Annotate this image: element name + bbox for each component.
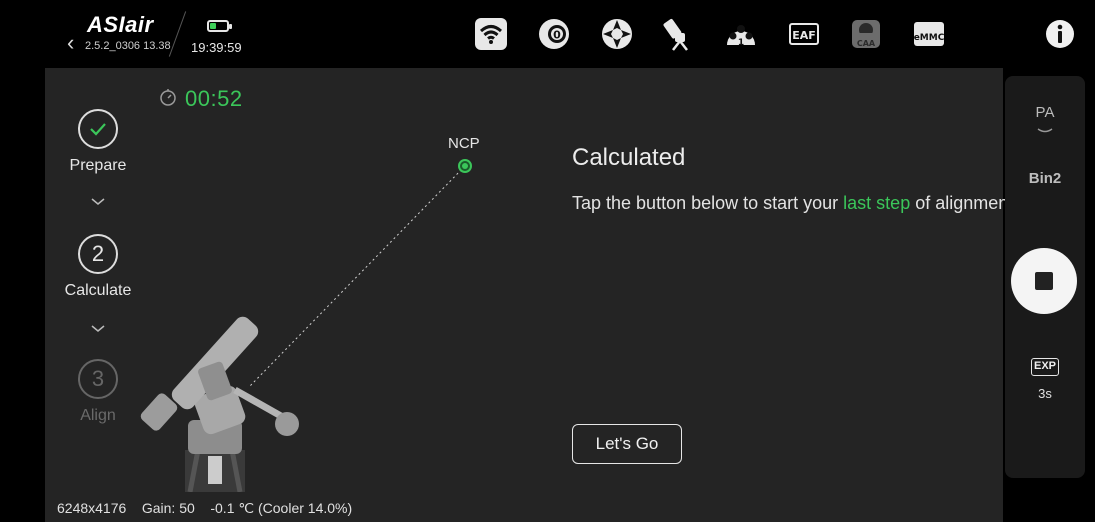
status-description: Tap the button below to start your last … (572, 188, 1022, 218)
filter-wheel-icon[interactable]: 1 (723, 16, 759, 52)
version-label: 2.5.2_0306 13.38 (85, 40, 171, 52)
telescope-mount-illustration (140, 316, 299, 492)
temperature-label: -0.1 ℃ (Cooler 14.0%) (210, 500, 353, 516)
info-icon[interactable] (1042, 16, 1078, 52)
right-frame (1085, 0, 1095, 522)
camera-number: 0 (553, 29, 561, 42)
eaf-focuser-icon[interactable]: EAF (786, 16, 822, 52)
right-control-panel: PA Bin2 EXP 3s (1005, 76, 1085, 478)
header-divider (168, 11, 187, 57)
main-panel: 00:52 Prepare 2 Calculate 3 Align NCP Ca… (45, 68, 1013, 522)
bin-setting[interactable]: Bin2 (1005, 170, 1085, 187)
lets-go-button[interactable]: Let's Go (572, 424, 682, 464)
ncp-label: NCP (448, 135, 480, 152)
mount-icon[interactable] (660, 16, 696, 52)
back-chevron-icon[interactable]: ‹ (67, 30, 74, 56)
desc-text-end: of alignment (910, 193, 1014, 213)
desc-highlight: last step (843, 193, 911, 213)
camera-info-bar: 6248x4176 Gain: 50 -0.1 ℃ (Cooler 14.0%) (57, 500, 352, 517)
exposure-value[interactable]: 3s (1005, 386, 1085, 401)
emmc-storage-icon[interactable]: eMMC (911, 16, 947, 52)
exposure-icon[interactable]: EXP (1031, 358, 1059, 376)
caa-text: CAA (857, 39, 876, 48)
battery-level (210, 23, 216, 29)
resolution-label: 6248x4176 (57, 500, 127, 516)
left-frame (0, 0, 45, 522)
desc-text: Tap the button below to start your (572, 193, 844, 213)
filter-number: 1 (738, 38, 744, 48)
mode-label-pa[interactable]: PA (1005, 104, 1085, 121)
stop-button[interactable] (1011, 248, 1077, 314)
camera-cooler-icon[interactable]: 0 (536, 16, 572, 52)
app-logo: ASIair (87, 12, 154, 37)
chevron-down-icon[interactable] (1037, 128, 1053, 134)
wifi-icon[interactable] (473, 16, 509, 52)
emmc-text: eMMC (914, 33, 945, 43)
asiair-polar-align-screen: ‹ ASIair 2.5.2_0306 13.38 19:39:59 0 1 E… (0, 0, 1095, 522)
status-title: Calculated (572, 144, 686, 171)
ncp-marker (458, 159, 472, 173)
battery-icon (207, 20, 232, 32)
gain-label: Gain: 50 (141, 500, 195, 516)
eaf-text: EAF (792, 29, 816, 42)
clock-label: 19:39:59 (191, 40, 242, 55)
guide-scope-icon[interactable] (599, 16, 635, 52)
caa-rotator-icon[interactable]: CAA (848, 16, 884, 52)
top-bar: ‹ ASIair 2.5.2_0306 13.38 19:39:59 0 1 E… (45, 0, 1085, 68)
